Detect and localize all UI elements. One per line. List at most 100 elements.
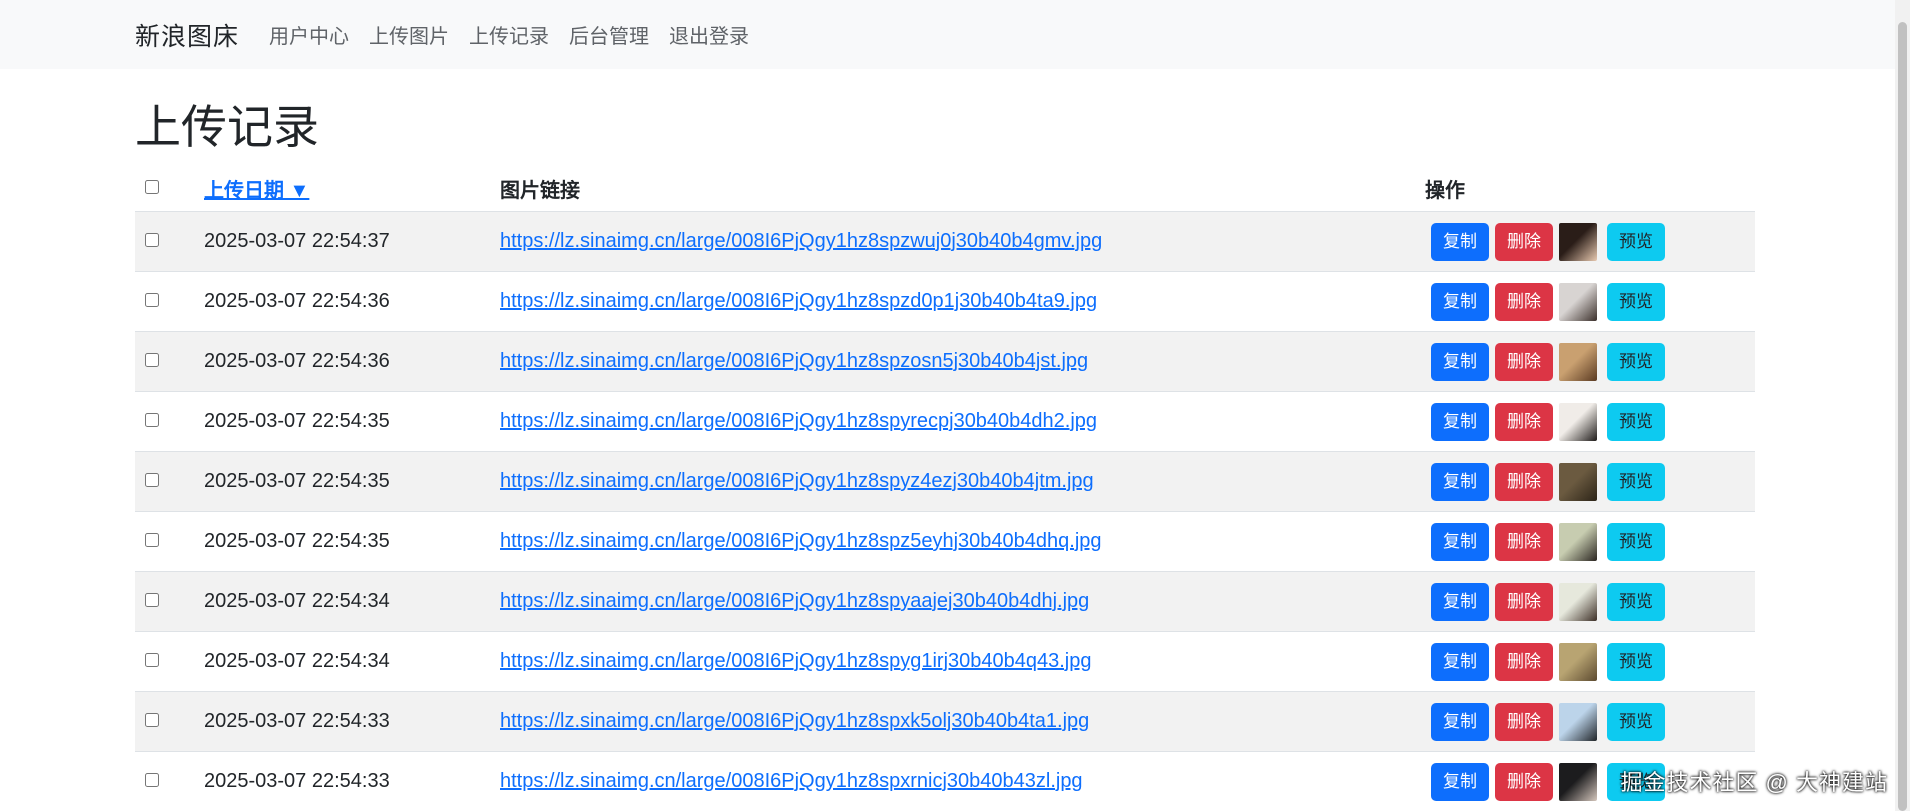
row-checkbox[interactable] [145, 413, 159, 427]
row-check-cell [135, 211, 194, 272]
table-header-row: 上传日期 ▼ 图片链接 操作 [135, 165, 1755, 212]
image-link-cell: https://lz.sinaimg.cn/large/008I6PjQgy1h… [490, 271, 1415, 332]
preview-button[interactable]: 预览 [1607, 462, 1665, 501]
copy-button[interactable]: 复制 [1431, 282, 1489, 321]
image-link[interactable]: https://lz.sinaimg.cn/large/008I6PjQgy1h… [500, 710, 1089, 732]
actions-cell: 复制 删除 预览 [1415, 391, 1755, 452]
thumbnail-image[interactable] [1559, 462, 1597, 501]
image-link-cell: https://lz.sinaimg.cn/large/008I6PjQgy1h… [490, 631, 1415, 692]
actions-cell: 复制 删除 预览 [1415, 571, 1755, 632]
image-link[interactable]: https://lz.sinaimg.cn/large/008I6PjQgy1h… [500, 230, 1102, 252]
row-checkbox[interactable] [145, 473, 159, 487]
copy-button[interactable]: 复制 [1431, 222, 1489, 261]
row-checkbox[interactable] [145, 293, 159, 307]
table-row: 2025-03-07 22:54:34 https://lz.sinaimg.cn… [135, 571, 1755, 632]
copy-button[interactable]: 复制 [1431, 762, 1489, 801]
thumbnail-image[interactable] [1559, 402, 1597, 441]
preview-button[interactable]: 预览 [1607, 222, 1665, 261]
delete-button[interactable]: 删除 [1495, 762, 1553, 801]
copy-button[interactable]: 复制 [1431, 582, 1489, 621]
image-link[interactable]: https://lz.sinaimg.cn/large/008I6PjQgy1h… [500, 770, 1083, 792]
table-row: 2025-03-07 22:54:33 https://lz.sinaimg.cn… [135, 751, 1755, 811]
preview-button[interactable]: 预览 [1607, 522, 1665, 561]
actions-cell: 复制 删除 预览 [1415, 511, 1755, 572]
image-link-cell: https://lz.sinaimg.cn/large/008I6PjQgy1h… [490, 451, 1415, 512]
upload-date: 2025-03-07 22:54:34 [194, 631, 490, 692]
row-check-cell [135, 631, 194, 692]
image-link[interactable]: https://lz.sinaimg.cn/large/008I6PjQgy1h… [500, 470, 1094, 492]
scrollbar[interactable] [1895, 0, 1910, 811]
nav-link-upload-records[interactable]: 上传记录 [469, 20, 549, 49]
copy-button[interactable]: 复制 [1431, 702, 1489, 741]
image-link[interactable]: https://lz.sinaimg.cn/large/008I6PjQgy1h… [500, 290, 1097, 312]
thumbnail-image[interactable] [1559, 582, 1597, 621]
delete-button[interactable]: 删除 [1495, 282, 1553, 321]
upload-date: 2025-03-07 22:54:35 [194, 391, 490, 452]
thumbnail-image[interactable] [1559, 522, 1597, 561]
copy-button[interactable]: 复制 [1431, 402, 1489, 441]
image-link[interactable]: https://lz.sinaimg.cn/large/008I6PjQgy1h… [500, 530, 1102, 552]
delete-button[interactable]: 删除 [1495, 222, 1553, 261]
thumbnail-image[interactable] [1559, 762, 1597, 801]
upload-date: 2025-03-07 22:54:36 [194, 271, 490, 332]
copy-button[interactable]: 复制 [1431, 522, 1489, 561]
main-content: 上传记录 上传日期 ▼ 图片链接 操作 2025-03-07 22:54:37 h… [135, 69, 1755, 811]
upload-date: 2025-03-07 22:54:35 [194, 451, 490, 512]
row-checkbox[interactable] [145, 593, 159, 607]
thumbnail-image[interactable] [1559, 222, 1597, 261]
image-link[interactable]: https://lz.sinaimg.cn/large/008I6PjQgy1h… [500, 650, 1091, 672]
delete-button[interactable]: 删除 [1495, 522, 1553, 561]
row-check-cell [135, 691, 194, 752]
actions-cell: 复制 删除 预览 [1415, 271, 1755, 332]
nav-link-logout[interactable]: 退出登录 [669, 20, 749, 49]
copy-button[interactable]: 复制 [1431, 642, 1489, 681]
preview-button[interactable]: 预览 [1607, 702, 1665, 741]
navbar-brand[interactable]: 新浪图床 [135, 17, 239, 53]
table-body: 2025-03-07 22:54:37 https://lz.sinaimg.cn… [135, 211, 1755, 811]
image-link[interactable]: https://lz.sinaimg.cn/large/008I6PjQgy1h… [500, 410, 1097, 432]
row-checkbox[interactable] [145, 773, 159, 787]
thumbnail-image[interactable] [1559, 702, 1597, 741]
preview-button[interactable]: 预览 [1607, 282, 1665, 321]
scrollbar-thumb[interactable] [1898, 22, 1907, 811]
table-row: 2025-03-07 22:54:36 https://lz.sinaimg.cn… [135, 271, 1755, 332]
nav-link-upload-image[interactable]: 上传图片 [369, 20, 449, 49]
header-check-cell [135, 165, 194, 212]
copy-button[interactable]: 复制 [1431, 462, 1489, 501]
image-link-cell: https://lz.sinaimg.cn/large/008I6PjQgy1h… [490, 571, 1415, 632]
row-check-cell [135, 751, 194, 811]
table-row: 2025-03-07 22:54:35 https://lz.sinaimg.cn… [135, 451, 1755, 512]
thumbnail-image[interactable] [1559, 282, 1597, 321]
copy-button[interactable]: 复制 [1431, 342, 1489, 381]
thumbnail-image[interactable] [1559, 642, 1597, 681]
image-link[interactable]: https://lz.sinaimg.cn/large/008I6PjQgy1h… [500, 350, 1088, 372]
table-row: 2025-03-07 22:54:35 https://lz.sinaimg.cn… [135, 391, 1755, 452]
row-checkbox[interactable] [145, 653, 159, 667]
preview-button[interactable]: 预览 [1607, 402, 1665, 441]
preview-button[interactable]: 预览 [1607, 342, 1665, 381]
delete-button[interactable]: 删除 [1495, 342, 1553, 381]
nav-link-admin[interactable]: 后台管理 [569, 20, 649, 49]
row-checkbox[interactable] [145, 353, 159, 367]
delete-button[interactable]: 删除 [1495, 702, 1553, 741]
delete-button[interactable]: 删除 [1495, 642, 1553, 681]
delete-button[interactable]: 删除 [1495, 582, 1553, 621]
delete-button[interactable]: 删除 [1495, 402, 1553, 441]
nav-link-user-center[interactable]: 用户中心 [269, 20, 349, 49]
image-link[interactable]: https://lz.sinaimg.cn/large/008I6PjQgy1h… [500, 590, 1089, 612]
row-checkbox[interactable] [145, 533, 159, 547]
table-row: 2025-03-07 22:54:35 https://lz.sinaimg.cn… [135, 511, 1755, 572]
header-date: 上传日期 ▼ [194, 165, 490, 212]
preview-button[interactable]: 预览 [1607, 582, 1665, 621]
table-row: 2025-03-07 22:54:37 https://lz.sinaimg.cn… [135, 211, 1755, 272]
select-all-checkbox[interactable] [145, 179, 159, 194]
preview-button[interactable]: 预览 [1607, 642, 1665, 681]
row-checkbox[interactable] [145, 713, 159, 727]
delete-button[interactable]: 删除 [1495, 462, 1553, 501]
row-checkbox[interactable] [145, 233, 159, 247]
image-link-cell: https://lz.sinaimg.cn/large/008I6PjQgy1h… [490, 391, 1415, 452]
thumbnail-image[interactable] [1559, 342, 1597, 381]
image-link-cell: https://lz.sinaimg.cn/large/008I6PjQgy1h… [490, 511, 1415, 572]
sort-by-date-link[interactable]: 上传日期 ▼ [204, 180, 309, 202]
upload-date: 2025-03-07 22:54:35 [194, 511, 490, 572]
